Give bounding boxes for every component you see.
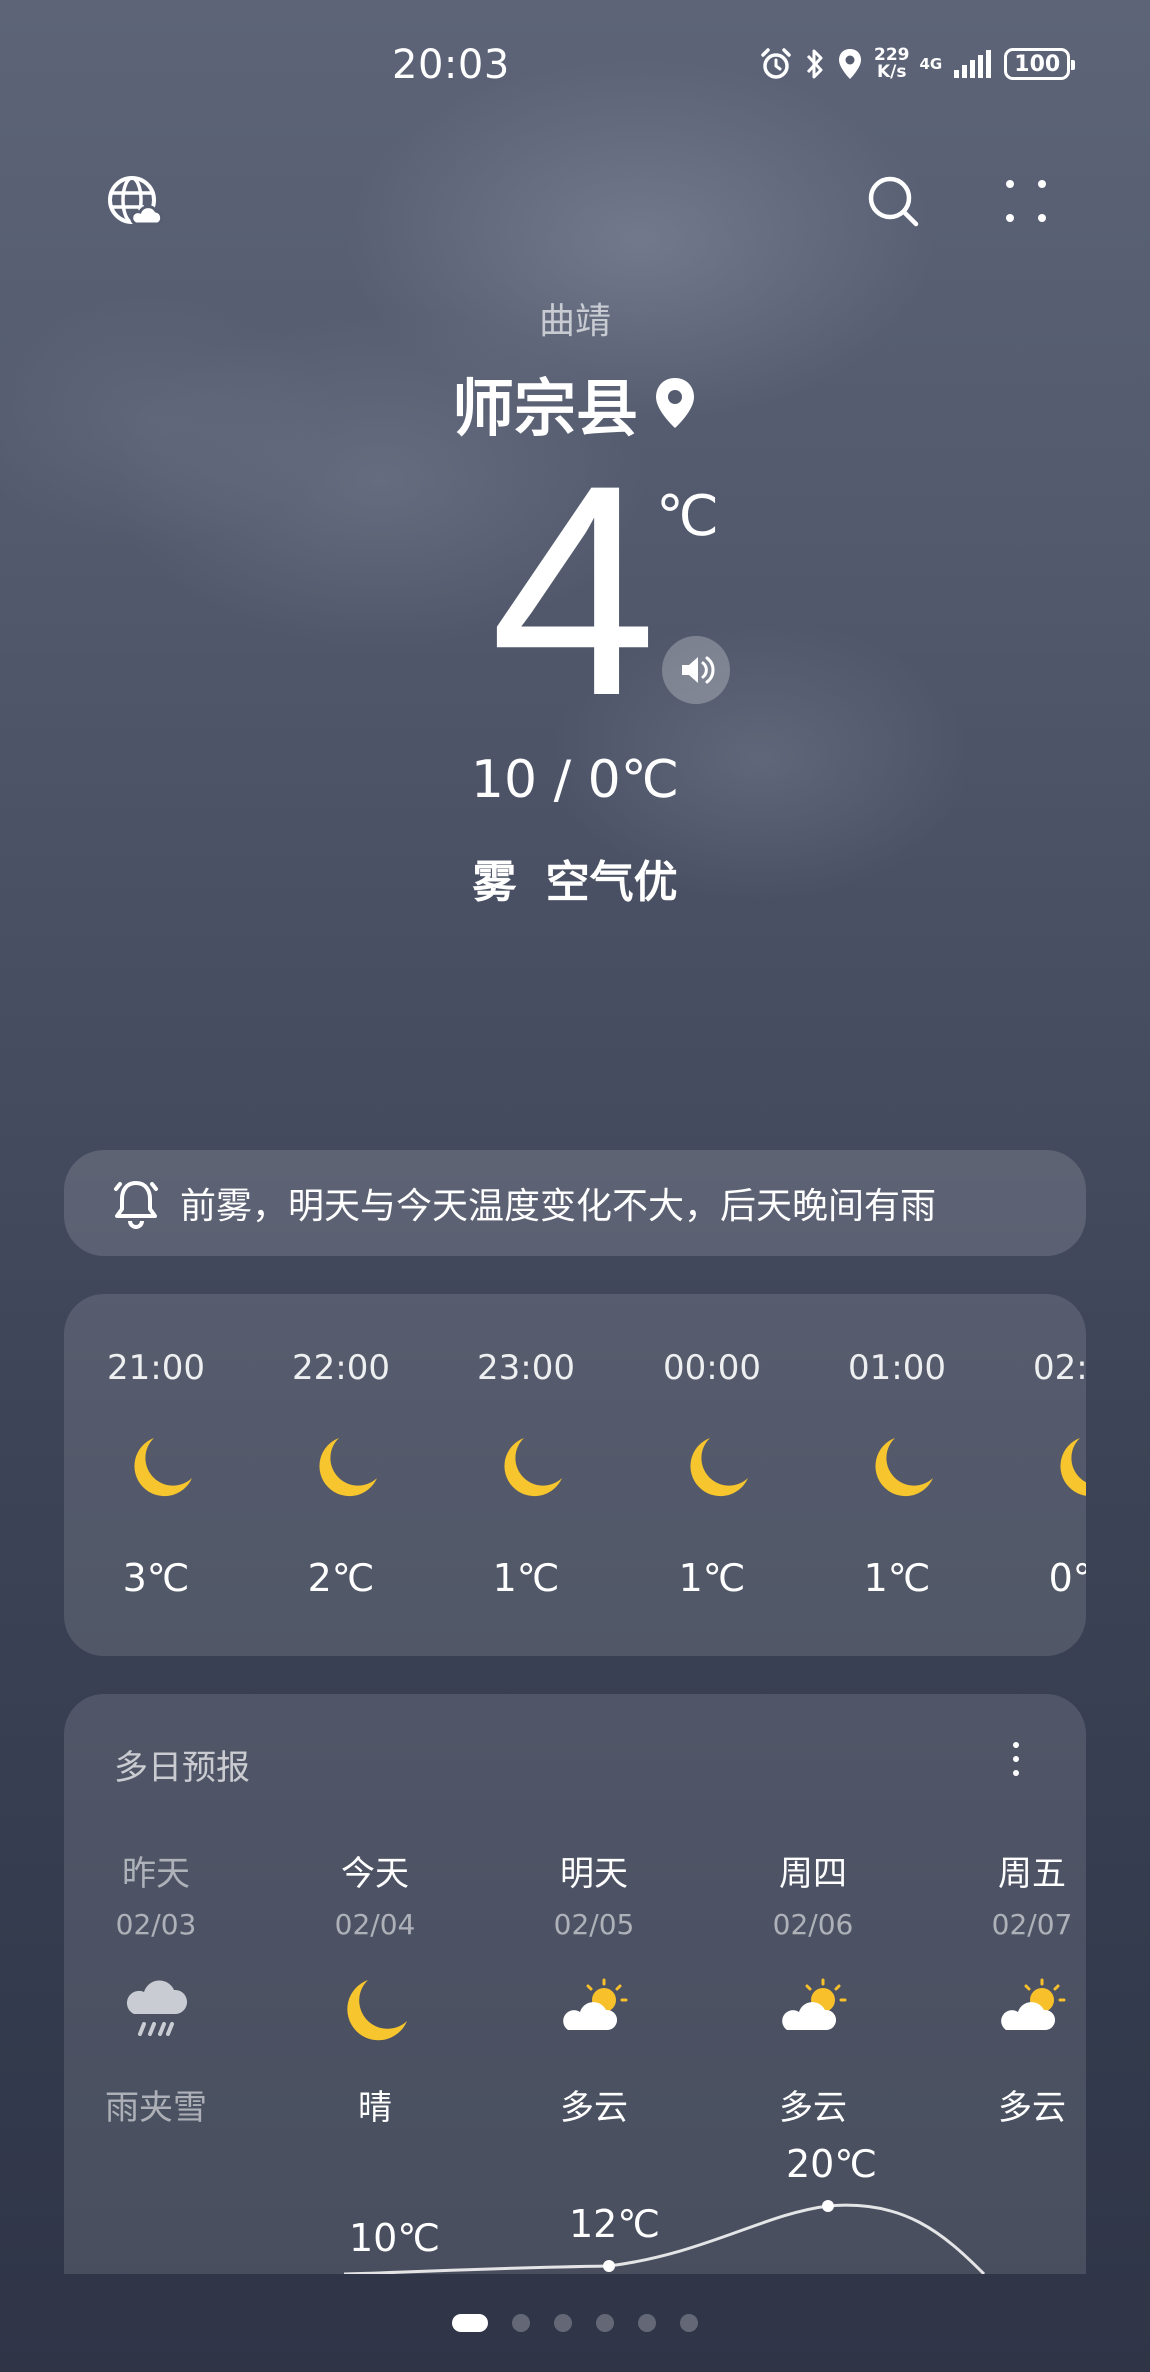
moon-icon	[1060, 1438, 1086, 1496]
page-dot[interactable]	[638, 2314, 656, 2332]
search-icon[interactable]	[862, 170, 926, 234]
high-temp-label: 20℃	[786, 2142, 878, 2186]
alert-text: 前雾，明天与今天温度变化不大，后天晚间有雨	[180, 1186, 937, 1227]
moon-icon	[504, 1438, 562, 1497]
city-name: 曲靖	[538, 301, 611, 342]
battery-indicator: 100	[1004, 48, 1076, 80]
temperature-range: 10 / 0℃	[470, 750, 680, 810]
moon-icon	[690, 1438, 748, 1497]
bluetooth-icon	[806, 49, 823, 79]
forecast-alert-banner[interactable]: 前雾，明天与今天温度变化不大，后天晚间有雨	[64, 1150, 1086, 1256]
signal-icon	[954, 50, 992, 78]
page-dot[interactable]	[596, 2314, 614, 2332]
high-temp-point	[603, 2260, 615, 2272]
location-status-icon	[839, 49, 861, 79]
page-dot[interactable]	[512, 2314, 530, 2332]
speaker-icon	[682, 656, 715, 684]
high-temp-trend-chart	[343, 2200, 986, 2274]
moon-icon	[875, 1438, 933, 1497]
net-speed: 229 K/s	[874, 45, 910, 82]
temperature-unit: ℃	[656, 484, 719, 549]
hourly-forecast-card[interactable]: 21:00 3℃ 22:00 2℃ 23:00 1℃ 00:00 1℃ 01:0…	[64, 1294, 1086, 1656]
bell-icon	[114, 1181, 158, 1229]
globe-cloud-icon[interactable]	[102, 170, 166, 234]
current-temperature: 4	[490, 422, 657, 758]
speaker-button[interactable]	[662, 636, 730, 704]
page-dot[interactable]	[680, 2314, 698, 2332]
status-clock: 20:03	[392, 42, 510, 88]
page-dot[interactable]	[554, 2314, 572, 2332]
condition-air-quality[interactable]: 雾 空气优	[0, 846, 1150, 910]
location-pin-icon	[656, 378, 694, 428]
daily-forecast-card[interactable]: 多日预报 昨天 02/03 雨夹雪 今天 02/04 晴 明天 02/05 多云…	[64, 1694, 1086, 2274]
moon-icon	[319, 1438, 377, 1497]
status-icons: 229 K/s 4G 100	[758, 44, 1076, 84]
network-type: 4G	[919, 54, 943, 73]
page-dot[interactable]	[452, 2314, 488, 2332]
alarm-icon	[761, 48, 791, 79]
page-indicator	[0, 2314, 1150, 2332]
high-temp-label: 12℃	[569, 2202, 661, 2246]
more-dots-icon[interactable]	[994, 170, 1058, 234]
high-temp-label: 10℃	[349, 2216, 441, 2260]
moon-icon	[134, 1438, 192, 1497]
high-temp-point	[822, 2200, 834, 2212]
